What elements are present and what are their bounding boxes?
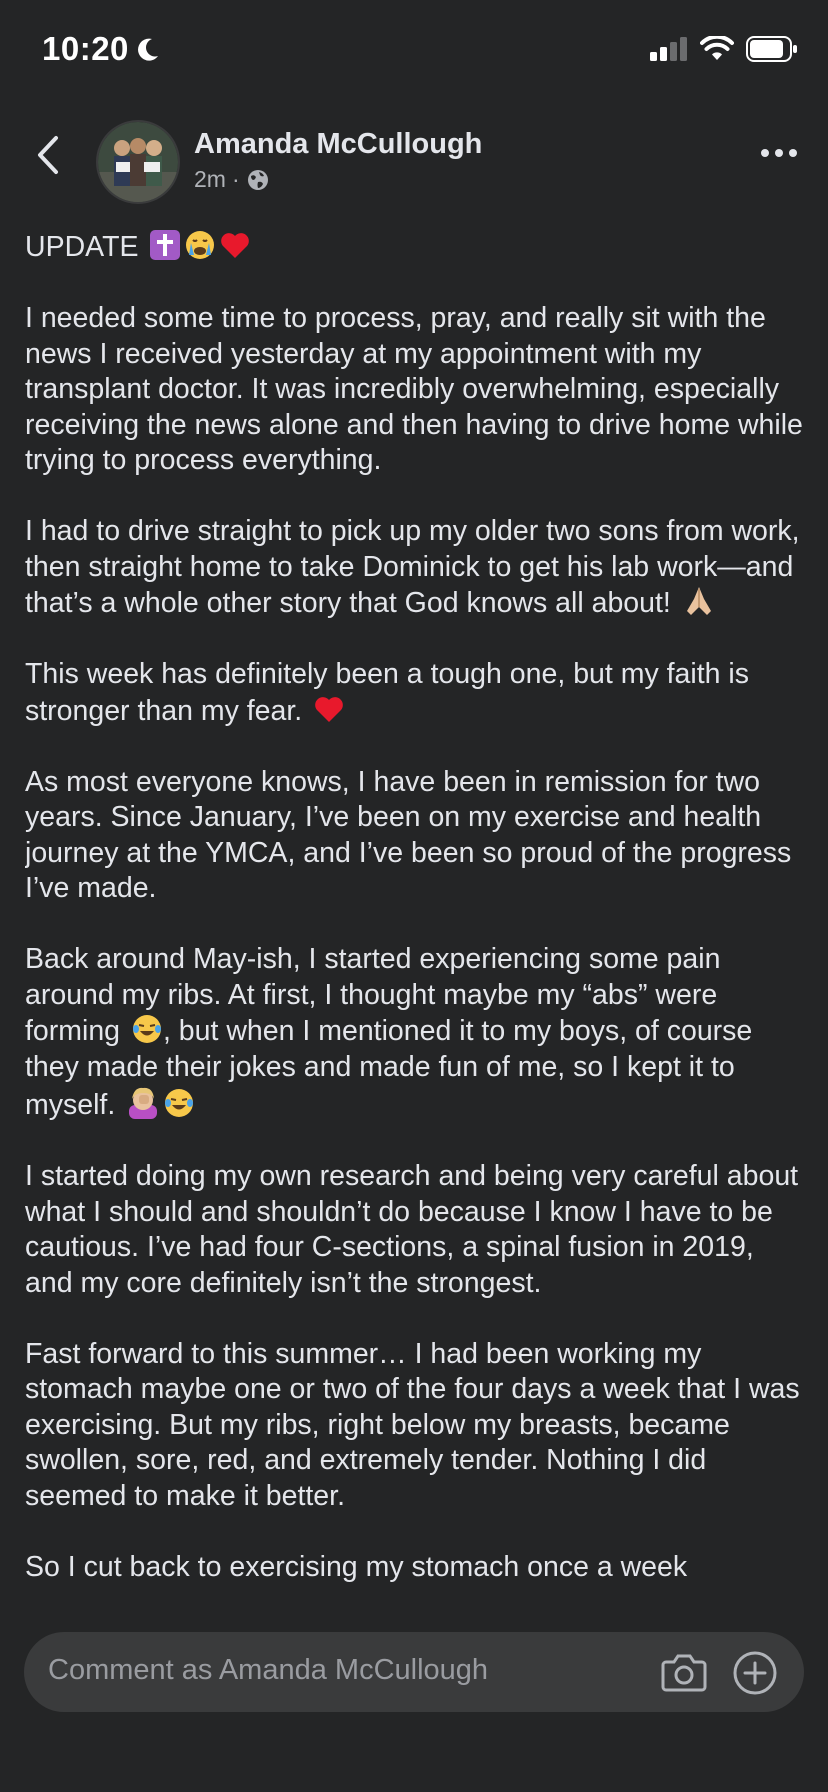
facepalm-emoji <box>129 1087 158 1119</box>
post-paragraph: Fast forward to this summer… I had been … <box>25 1337 800 1512</box>
status-bar: 10:20 <box>0 0 828 100</box>
time-text: 10:20 <box>42 30 129 67</box>
laughing-emoji <box>165 1089 194 1117</box>
post-paragraph: UPDATE <box>25 229 803 266</box>
comment-input[interactable]: Comment as Amanda McCullough <box>24 1632 804 1712</box>
avatar[interactable] <box>96 120 180 204</box>
post-paragraph-text: UPDATE <box>25 231 139 263</box>
post-paragraph: So I cut back to exercising my stomach o… <box>25 1550 688 1583</box>
back-chevron-icon[interactable] <box>30 132 66 178</box>
meta-separator: · <box>231 166 240 192</box>
add-circle-icon[interactable] <box>732 1650 778 1696</box>
heart-emoji <box>221 233 250 258</box>
post-paragraph: I started doing my own research and bein… <box>25 1160 799 1299</box>
post-paragraph: As most everyone knows, I have been in r… <box>25 765 792 905</box>
post-meta: 2m · <box>194 166 270 193</box>
more-icon[interactable] <box>760 148 798 158</box>
post-time[interactable]: 2m <box>194 166 226 193</box>
heart-emoji <box>315 696 343 722</box>
post-header: Amanda McCullough 2m · <box>0 118 828 204</box>
crying-emoji <box>186 231 215 259</box>
post-paragraph: Back around May-ish, I started experienc… <box>25 942 803 1124</box>
battery-icon <box>746 36 797 62</box>
moon-icon <box>137 38 158 61</box>
camera-icon[interactable] <box>660 1650 708 1694</box>
laughing-emoji <box>132 1015 161 1043</box>
avatar-photo <box>98 122 178 202</box>
post-paragraph: This week has definitely been a tough on… <box>25 657 803 729</box>
comment-placeholder[interactable]: Comment as Amanda McCullough <box>48 1654 488 1687</box>
post-body: UPDATE I needed some time to process, pr… <box>25 229 803 1615</box>
status-time: 10:20 <box>42 30 161 68</box>
post-paragraph: I needed some time to process, pray, and… <box>25 302 803 476</box>
cross-emoji <box>150 230 181 260</box>
status-icons <box>650 36 798 62</box>
signal-icon <box>650 37 687 61</box>
post-paragraph-text: This week has definitely been a tough on… <box>25 658 750 727</box>
praying-hands-emoji <box>686 587 711 615</box>
comment-bar: Comment as Amanda McCullough <box>0 1612 828 1792</box>
author-name[interactable]: Amanda McCullough <box>194 128 482 161</box>
globe-icon <box>247 169 268 190</box>
post-paragraph: I had to drive straight to pick up my ol… <box>25 514 803 622</box>
wifi-icon <box>700 36 734 60</box>
